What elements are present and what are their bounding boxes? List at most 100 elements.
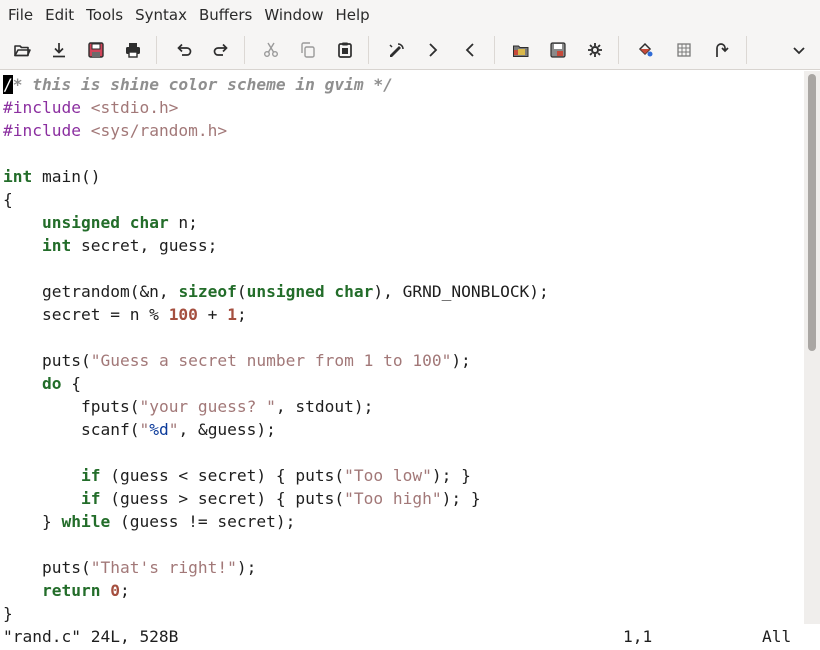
code-token: n; (168, 213, 198, 232)
code-line[interactable]: scanf("%d", &guess); (3, 418, 549, 441)
find-replace-button[interactable] (382, 36, 410, 64)
code-line[interactable]: { (3, 188, 549, 211)
editor-pane[interactable]: /* this is shine color scheme in gvim */… (0, 71, 804, 624)
run-script-button[interactable] (581, 36, 609, 64)
save-session-button[interactable] (544, 36, 572, 64)
code-line[interactable]: puts("That's right!"); (3, 556, 549, 579)
code-line[interactable]: } while (guess != secret); (3, 510, 549, 533)
menu-buffers[interactable]: Buffers (193, 0, 258, 30)
code-token: %d (149, 420, 169, 439)
code-line[interactable]: fputs("your guess? ", stdout); (3, 395, 549, 418)
code-token: ; (119, 581, 130, 600)
cut-icon (264, 42, 278, 57)
code-token: " (139, 420, 150, 439)
status-line: "rand.c" 24L, 528B 1,1 All (0, 624, 820, 650)
code-line[interactable]: } (3, 602, 549, 624)
code-token: if (80, 489, 101, 508)
code-line[interactable]: do { (3, 372, 549, 395)
find-previous-button[interactable] (456, 36, 484, 64)
menu-tools[interactable]: Tools (80, 0, 129, 30)
code-line[interactable] (3, 533, 549, 556)
code-line[interactable]: if (guess < secret) { puts("Too low"); } (3, 464, 549, 487)
code-line[interactable] (3, 441, 549, 464)
save-button[interactable] (45, 36, 73, 64)
code-line[interactable] (3, 326, 549, 349)
code-token: 100 (168, 305, 198, 324)
code-token: char (129, 213, 169, 232)
toolbar-separator (746, 36, 747, 64)
toolbar-separator (156, 36, 157, 64)
code-token: } (3, 512, 62, 531)
menu-help[interactable]: Help (329, 0, 375, 30)
code-line[interactable]: #include <sys/random.h> (3, 119, 549, 142)
code-line[interactable]: int secret, guess; (3, 234, 549, 257)
code-token: fputs( (3, 397, 140, 416)
code-line[interactable]: int main() (3, 165, 549, 188)
code-line[interactable]: /* this is shine color scheme in gvim */ (3, 73, 549, 96)
code-token: ); } (441, 489, 481, 508)
print-icon (126, 43, 140, 58)
code-token: "Guess a secret number from 1 to 100" (90, 351, 452, 370)
code-token: 0 (110, 581, 120, 600)
status-scroll-position: All (762, 627, 792, 646)
code-token: + (197, 305, 228, 324)
code-line[interactable]: return 0; (3, 579, 549, 602)
code-token: getrandom(&n, (3, 282, 179, 301)
find-previous-icon (465, 43, 474, 57)
copy-button[interactable] (294, 36, 322, 64)
code-token: unsigned (246, 282, 325, 301)
code-line[interactable]: if (guess > secret) { puts("Too high"); … (3, 487, 549, 510)
undo-button[interactable] (170, 36, 198, 64)
cut-button[interactable] (257, 36, 285, 64)
code-line[interactable]: unsigned char n; (3, 211, 549, 234)
redo-button[interactable] (207, 36, 235, 64)
code-token: main() (32, 167, 101, 186)
code-token: (guess != secret); (110, 512, 296, 531)
jump-to-tag-button[interactable] (707, 36, 735, 64)
code-token: <stdio.h> (90, 98, 179, 117)
code-token: (guess > secret) { puts( (100, 489, 345, 508)
code-line[interactable]: secret = n % 100 + 1; (3, 303, 549, 326)
menu-window[interactable]: Window (258, 0, 329, 30)
code-line[interactable] (3, 257, 549, 280)
toolbar-separator (244, 36, 245, 64)
toolbar-overflow-button[interactable] (785, 36, 813, 64)
code-token: int (3, 167, 33, 186)
code-token: int (41, 236, 72, 255)
code-line[interactable]: #include <stdio.h> (3, 96, 549, 119)
code-token: if (80, 466, 101, 485)
save-session-icon (550, 42, 566, 58)
code-text[interactable]: /* this is shine color scheme in gvim */… (3, 73, 549, 624)
paste-button[interactable] (331, 36, 359, 64)
open-button[interactable] (8, 36, 36, 64)
run-ctags-button[interactable] (670, 36, 698, 64)
code-token: ); (451, 351, 471, 370)
code-token: return (41, 581, 101, 600)
save-download-icon (53, 43, 65, 58)
redo-icon (213, 43, 228, 56)
code-line[interactable] (3, 142, 549, 165)
menu-syntax[interactable]: Syntax (129, 0, 193, 30)
code-token: ( (236, 282, 247, 301)
copy-icon (301, 42, 315, 58)
find-next-icon (429, 43, 438, 57)
make-button[interactable] (632, 36, 660, 64)
find-next-button[interactable] (419, 36, 447, 64)
menu-edit[interactable]: Edit (39, 0, 80, 30)
code-line[interactable]: getrandom(&n, sizeof(unsigned char), GRN… (3, 280, 549, 303)
code-token: <sys/random.h> (90, 121, 228, 140)
print-button[interactable] (119, 36, 147, 64)
scrollbar-thumb[interactable] (808, 74, 816, 351)
code-line[interactable]: puts("Guess a secret number from 1 to 10… (3, 349, 549, 372)
save-all-button[interactable] (82, 36, 110, 64)
load-session-button[interactable] (507, 36, 535, 64)
vertical-scrollbar[interactable] (804, 71, 820, 624)
code-token: #include (3, 98, 91, 117)
menu-file[interactable]: File (2, 0, 39, 30)
